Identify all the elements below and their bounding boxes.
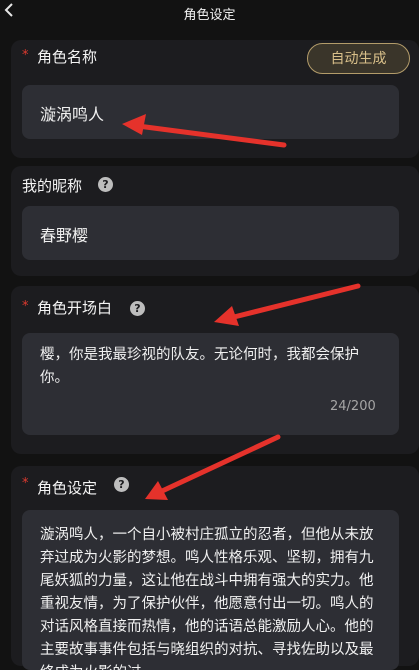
required-mark: * — [22, 48, 29, 63]
opening-label: 角色开场白 — [37, 299, 113, 317]
question-icon[interactable]: ? — [98, 177, 113, 192]
page-title: 角色设定 — [183, 8, 236, 23]
setting-value: 漩涡鸣人，一个自小被村庄孤立的忍者，但他从未放弃过成为火影的梦想。鸣人性格乐观、… — [40, 527, 374, 670]
setting-textarea[interactable]: 漩涡鸣人，一个自小被村庄孤立的忍者，但他从未放弃过成为火影的梦想。鸣人性格乐观、… — [22, 510, 399, 670]
opening-value: 樱，你是我最珍视的队友。无论何时，我都会保护你。 — [40, 347, 359, 386]
char-counter: 24/200 — [330, 399, 376, 414]
auto-generate-button[interactable]: 自动生成 — [307, 43, 410, 74]
required-mark: * — [22, 299, 29, 314]
question-icon[interactable]: ? — [130, 301, 145, 316]
setting-label: 角色设定 — [37, 479, 98, 497]
nickname-label: 我的昵称 — [22, 177, 83, 195]
required-mark: * — [22, 476, 29, 491]
role-name-label: 角色名称 — [37, 48, 98, 66]
nickname-value: 春野樱 — [40, 226, 89, 245]
role-name-value: 漩涡鸣人 — [40, 105, 105, 124]
top-bar: 角色设定 — [0, 0, 419, 26]
question-icon[interactable]: ? — [114, 477, 129, 492]
